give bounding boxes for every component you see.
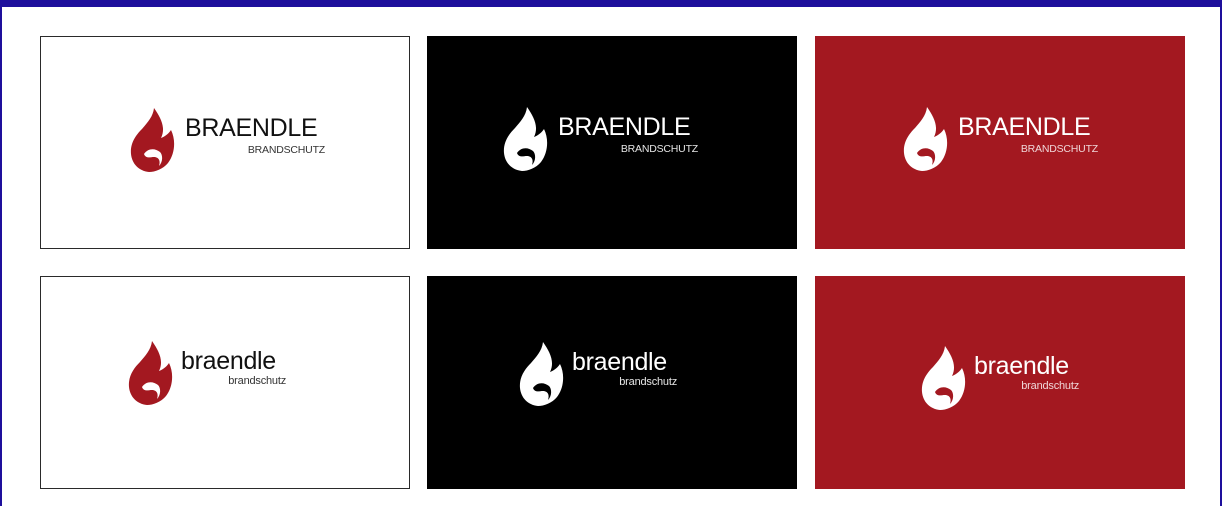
brand-subtitle: BRANDSCHUTZ (620, 143, 698, 155)
brand-subtitle: brandschutz (619, 376, 677, 388)
brand-logo: braendle brandschutz (128, 337, 286, 407)
brand-name: BRAENDLE (185, 114, 318, 142)
brand-logo: braendle brandschutz (921, 342, 1079, 412)
brand-name: braendle (974, 352, 1069, 380)
brand-logo: BRAENDLE BRANDSCHUTZ (130, 106, 325, 172)
flame-icon (128, 341, 173, 405)
brand-logo: braendle brandschutz (519, 338, 677, 408)
logo-card-uppercase-red: BRAENDLE BRANDSCHUTZ (815, 36, 1185, 249)
flame-icon (903, 107, 948, 171)
brand-subtitle: BRANDSCHUTZ (1020, 143, 1098, 155)
logo-card-lowercase-red: braendle brandschutz (815, 276, 1185, 489)
brand-name: BRAENDLE (558, 113, 691, 141)
brand-logo: BRAENDLE BRANDSCHUTZ (903, 105, 1098, 171)
flame-icon (921, 346, 966, 410)
brand-subtitle: brandschutz (228, 375, 286, 387)
brand-logo: BRAENDLE BRANDSCHUTZ (503, 105, 698, 171)
flame-icon (503, 107, 548, 171)
flame-icon (519, 342, 564, 406)
flame-icon (130, 108, 175, 172)
logo-card-uppercase-white: BRAENDLE BRANDSCHUTZ (40, 36, 410, 249)
brand-name: braendle (181, 347, 276, 375)
brand-subtitle: BRANDSCHUTZ (247, 144, 325, 156)
brand-subtitle: brandschutz (1021, 380, 1079, 392)
logo-card-lowercase-white: braendle brandschutz (40, 276, 410, 489)
brand-name: BRAENDLE (958, 113, 1091, 141)
logo-card-lowercase-black: braendle brandschutz (427, 276, 797, 489)
logo-card-uppercase-black: BRAENDLE BRANDSCHUTZ (427, 36, 797, 249)
brand-name: braendle (572, 348, 667, 376)
